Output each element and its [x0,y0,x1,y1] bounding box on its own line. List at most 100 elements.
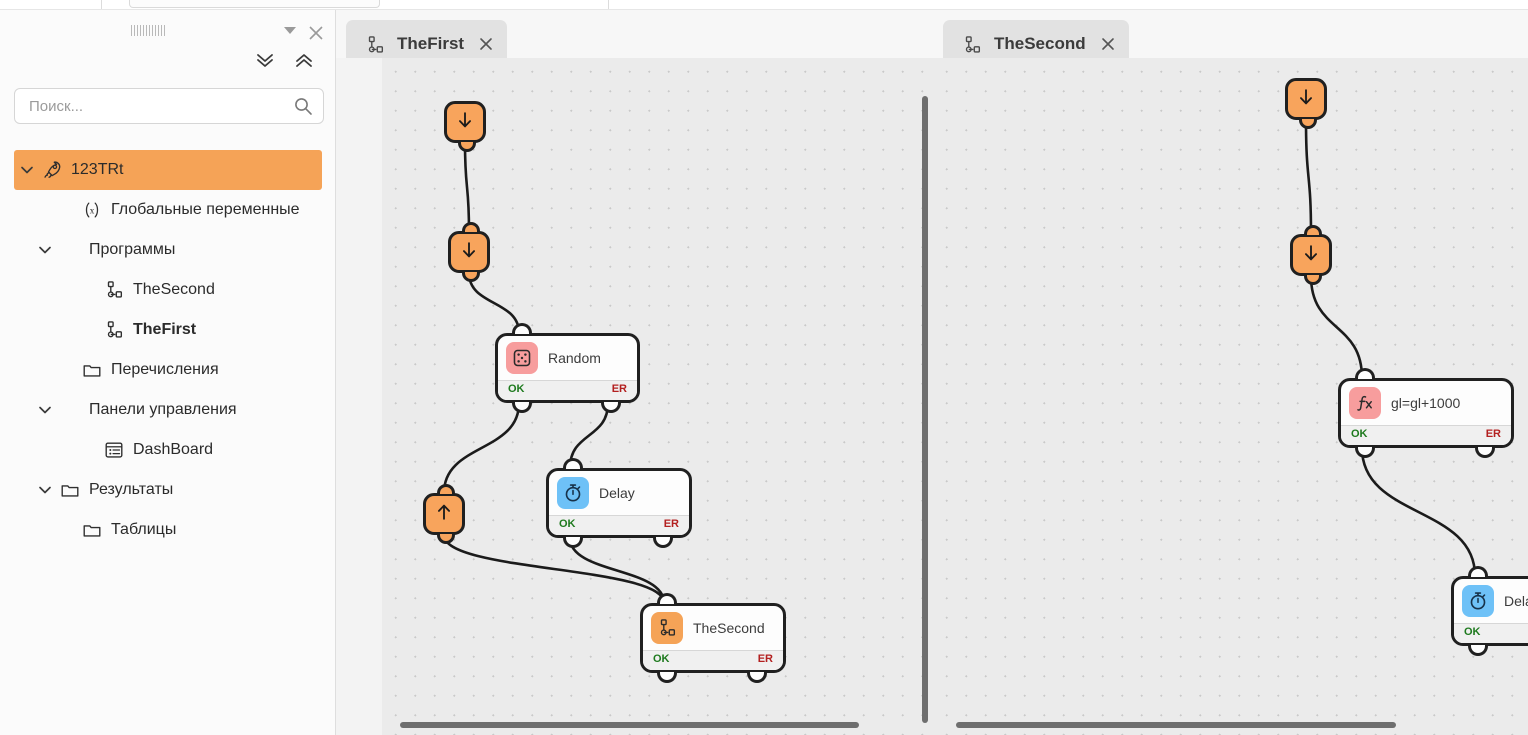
node-body: Delay [549,471,689,515]
arrow-down-icon [454,109,476,136]
project-explorer-panel: 123TRt x Глобальные переменные Программы The… [0,10,336,735]
tree-item-label: Перечисления [111,361,219,378]
tree-item-панели-управления[interactable]: Панели управления [0,390,336,430]
double-chevron-down-icon[interactable] [252,48,278,72]
vertical-scrollbar[interactable] [922,96,928,723]
flow-node[interactable]: gl=gl+1000 OK ER [1338,368,1514,458]
node-ok-label: OK [653,653,670,665]
flow-node[interactable]: Delay OK ER [546,458,692,548]
chevron-down-icon[interactable] [32,477,58,503]
canvas-gutter [336,58,382,735]
tree-item-label: Таблицы [111,521,177,538]
wire[interactable] [442,402,521,494]
stopwatch-icon [1462,585,1494,617]
folder-icon [80,518,104,542]
tree-item-результаты[interactable]: Результаты [0,470,336,510]
node-er-label: ER [757,653,773,665]
tree-item-программы[interactable]: Программы [0,230,336,270]
top-strip [0,0,1528,10]
tree-item-123trt[interactable]: 123TRt [14,150,322,190]
chevron-down-icon[interactable] [32,397,58,423]
top-strip-field[interactable] [129,0,380,8]
node-body: TheSecond [643,606,783,650]
node-er-label: ER [663,518,679,530]
program-orange-icon [651,612,683,644]
tree-item-label: Панели управления [89,401,237,418]
tree-item-перечисления[interactable]: Перечисления [0,350,336,390]
program-icon [961,34,981,54]
node-er-label: ER [1485,428,1501,440]
close-icon[interactable] [306,23,326,43]
fx-icon [1349,387,1381,419]
tree-item-глобальные-переменные[interactable]: x Глобальные переменные [0,190,336,230]
start-node[interactable] [1285,78,1327,129]
horizontal-scrollbar[interactable] [400,722,859,728]
wire[interactable] [463,142,471,232]
tree-item-label: 123TRt [71,161,124,178]
dice-icon [506,342,538,374]
search-box[interactable] [14,88,324,124]
close-icon[interactable] [1099,35,1117,53]
wire[interactable] [568,537,666,604]
double-chevron-up-icon[interactable] [291,48,317,72]
node-body: gl=gl+1000 [1341,381,1511,425]
program-icon [102,318,126,342]
rocket-icon [40,158,64,182]
tree-item-label: Результаты [89,481,174,498]
tree-icon-placeholder [58,398,82,422]
node-footer: OK ER [549,515,689,535]
search-icon[interactable] [293,96,313,116]
tab-bar: TheFirst [336,10,933,68]
wire[interactable] [1304,119,1313,235]
wire[interactable] [1360,447,1477,577]
arrow-up-icon [433,501,455,528]
application-window: 123TRt x Глобальные переменные Программы The… [0,0,1528,735]
start-node[interactable] [448,222,490,282]
wire[interactable] [467,272,521,334]
tab-label: TheSecond [994,34,1086,53]
tree-item-thefirst[interactable]: TheFirst [0,310,336,350]
node-ok-label: OK [559,518,576,530]
program-icon [364,34,384,54]
node-footer: OK ER [1341,425,1511,445]
editor-area: TheFirst Random OK ER Delay OK ER TheSecond OK ER… [336,10,1528,735]
flow-canvas[interactable]: Random OK ER Delay OK ER TheSecond OK ER [382,58,933,735]
chevron-down-icon[interactable] [32,237,58,263]
tree-item-label: Программы [89,241,176,258]
node-ok-label: OK [1351,428,1368,440]
program-icon [102,278,126,302]
start-node[interactable] [1290,225,1332,285]
tree-item-label: DashBoard [133,441,214,458]
editor-pane-thesecond: TheSecondgl=gl+1000OKERDelayOKER [933,10,1528,735]
close-icon[interactable] [477,35,495,53]
node-title: gl=gl+1000 [1391,395,1461,411]
search-input[interactable] [27,96,293,116]
flow-node[interactable]: Random OK ER [495,323,640,413]
drag-handle[interactable] [131,25,181,36]
panel-subbar [0,44,335,76]
arrow-down-icon [1300,242,1322,269]
node-title: Delay [1504,593,1528,609]
node-title: TheSecond [693,620,765,636]
chevron-down-icon[interactable] [14,157,40,183]
wire[interactable] [442,534,666,604]
flow-node[interactable]: TheSecond OK ER [640,593,786,683]
return-node[interactable] [423,484,465,544]
start-node[interactable] [444,101,486,152]
node-footer: OKER [1454,623,1528,643]
node-footer: OKER [498,380,637,400]
chevron-down-icon[interactable] [284,27,296,34]
node-ok-label: OK [1464,626,1481,638]
horizontal-scrollbar[interactable] [956,722,1396,728]
node-title: Random [548,350,601,366]
top-strip-divider-right [608,0,609,9]
tree-item-таблицы[interactable]: Таблицы [0,510,336,550]
tab-label: TheFirst [397,34,465,53]
variables-icon: x [80,198,104,222]
folder-icon [80,358,104,382]
tree-item-dashboard[interactable]: DashBoard [0,430,336,470]
tree-item-thesecond[interactable]: TheSecond [0,270,336,310]
wire[interactable] [1309,275,1364,379]
flow-node[interactable]: Delay OKER [1451,566,1528,656]
flow-canvas[interactable]: gl=gl+1000OKERDelayOKER [933,58,1528,735]
